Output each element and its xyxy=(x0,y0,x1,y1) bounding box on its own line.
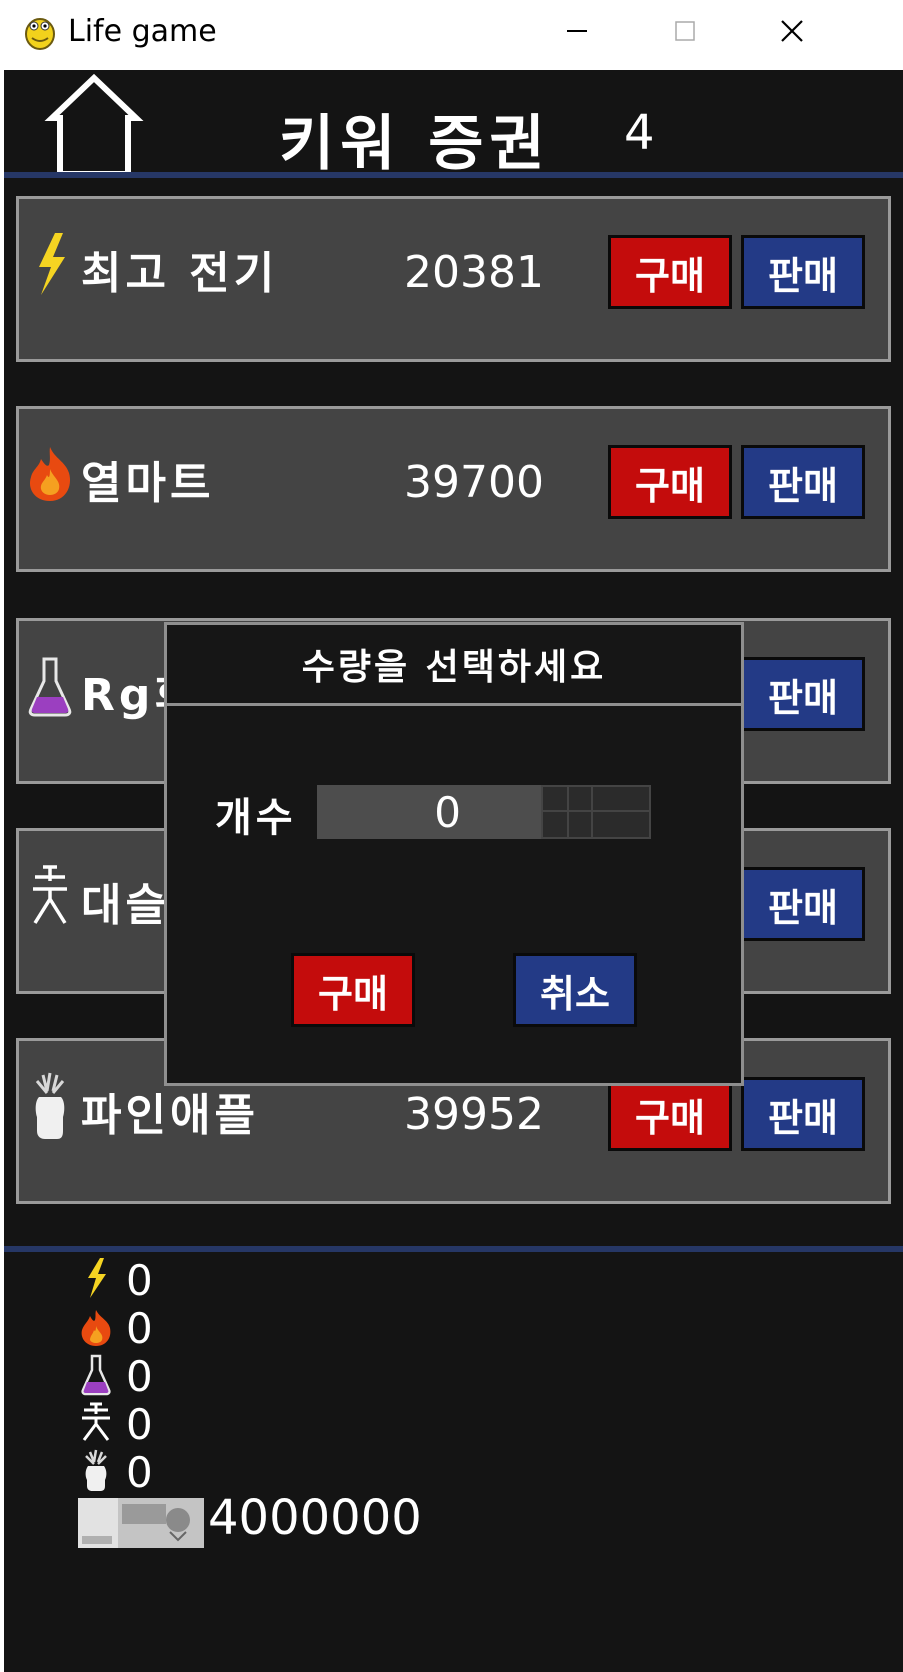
turn-counter: 4 xyxy=(624,105,655,161)
lightning-icon xyxy=(39,233,65,295)
sell-button[interactable]: 판매 xyxy=(741,657,865,731)
sell-button[interactable]: 판매 xyxy=(741,867,865,941)
game-screen: 키워 증권 4 최고 전기 20381 구매 판매 열마트 39700 구매 판… xyxy=(4,70,903,1672)
maximize-icon xyxy=(675,21,695,41)
quantity-input[interactable]: 0 xyxy=(317,785,541,839)
stock-name: 열마트 xyxy=(81,458,215,509)
stepper-cell[interactable] xyxy=(567,785,593,812)
pineapple-icon xyxy=(85,1449,107,1491)
minimize-button[interactable] xyxy=(547,8,607,54)
stick-figure-icon xyxy=(82,1402,110,1441)
stock-name: 파인애플 xyxy=(81,1090,259,1141)
stepper-cell[interactable] xyxy=(591,810,651,839)
quantity-label: 개수 xyxy=(215,795,297,841)
inventory-count: 0 xyxy=(126,1352,153,1401)
stock-name: 최고 전기 xyxy=(81,248,279,299)
stick-figure-icon xyxy=(33,865,67,924)
inventory-count: 0 xyxy=(126,1304,153,1353)
banknote-icon xyxy=(78,1498,204,1548)
close-icon xyxy=(781,20,803,42)
stock-card: 열마트 39700 구매 판매 xyxy=(16,406,891,572)
maximize-button[interactable] xyxy=(655,8,715,54)
stock-card: 최고 전기 20381 구매 판매 xyxy=(16,196,891,362)
lightning-icon xyxy=(88,1258,106,1298)
minimize-icon xyxy=(567,30,587,32)
inventory-count: 0 xyxy=(126,1400,153,1449)
buy-button[interactable]: 구매 xyxy=(608,445,732,519)
stock-price: 39700 xyxy=(404,457,544,508)
pineapple-icon xyxy=(35,1072,65,1139)
buy-button[interactable]: 구매 xyxy=(608,1077,732,1151)
inventory-count: 0 xyxy=(126,1256,153,1305)
sell-button[interactable]: 판매 xyxy=(741,445,865,519)
home-icon[interactable] xyxy=(44,74,144,178)
python-snake-icon xyxy=(25,18,55,50)
stepper-cell[interactable] xyxy=(541,810,569,839)
quantity-dialog: 수량을 선택하세요 개수 0 구매 취소 xyxy=(164,622,744,1086)
stepper-cell[interactable] xyxy=(567,810,593,839)
stock-price: 39952 xyxy=(404,1089,544,1140)
flask-icon xyxy=(81,1354,111,1396)
close-button[interactable] xyxy=(762,8,822,54)
stock-price: 20381 xyxy=(404,247,544,298)
flask-icon xyxy=(28,657,72,717)
dialog-title: 수량을 선택하세요 xyxy=(167,625,741,706)
fire-icon xyxy=(81,1310,111,1346)
page-title: 키워 증권 xyxy=(279,109,551,179)
fire-icon xyxy=(29,447,71,501)
footer-divider xyxy=(4,1246,903,1252)
money-amount: 4000000 xyxy=(208,1490,422,1546)
stepper-cell[interactable] xyxy=(591,785,651,812)
sell-button[interactable]: 판매 xyxy=(741,1077,865,1151)
stock-name: 대슬 xyxy=(81,880,170,931)
sell-button[interactable]: 판매 xyxy=(741,235,865,309)
dialog-buy-button[interactable]: 구매 xyxy=(291,953,415,1027)
title-bar: Life game xyxy=(0,0,903,70)
stepper-cell[interactable] xyxy=(541,785,569,812)
quantity-stepper[interactable] xyxy=(541,785,651,839)
inventory-count: 0 xyxy=(126,1448,153,1497)
window-title: Life game xyxy=(68,14,217,49)
buy-button[interactable]: 구매 xyxy=(608,235,732,309)
header-divider xyxy=(4,172,903,178)
dialog-cancel-button[interactable]: 취소 xyxy=(513,953,637,1027)
